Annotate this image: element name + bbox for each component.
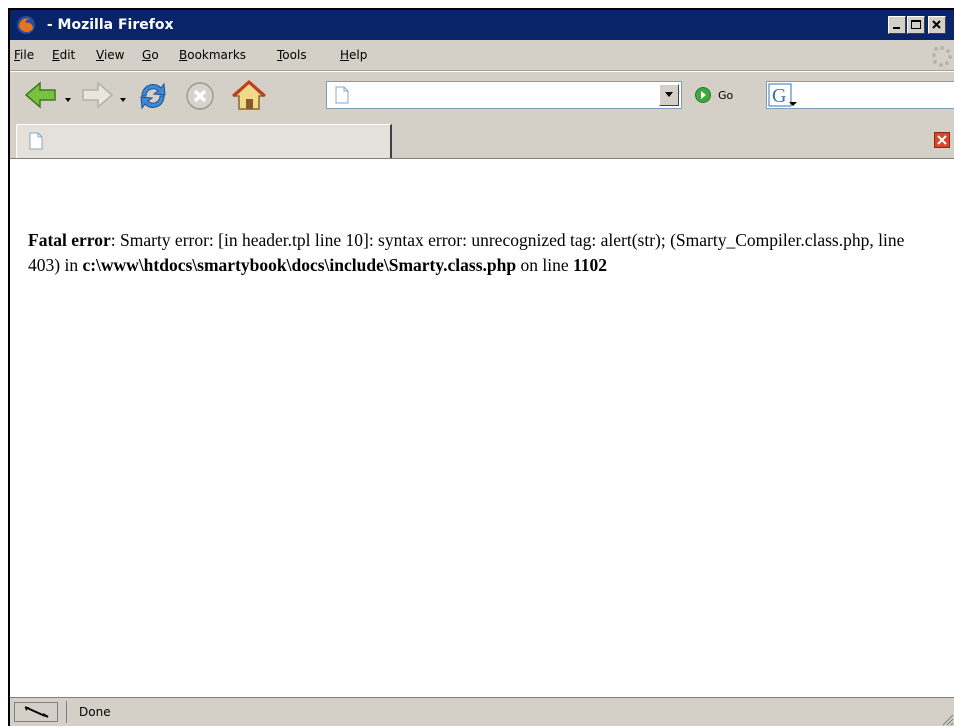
menu-bookmarks-label: ookmarks <box>187 48 247 62</box>
menu-help-accesskey: H <box>340 48 350 62</box>
google-engine-icon[interactable]: G <box>767 82 807 108</box>
chevron-down-icon <box>665 92 673 97</box>
menu-bookmarks-accesskey: B <box>179 48 188 62</box>
menu-edit-accesskey: E <box>52 48 60 62</box>
menu-go[interactable]: Go <box>142 48 159 62</box>
maximize-icon <box>911 20 921 29</box>
menu-help[interactable]: Help <box>340 48 367 62</box>
close-tab-icon[interactable] <box>934 132 950 148</box>
firefox-icon <box>17 16 35 34</box>
status-bar: Done <box>10 697 954 726</box>
menu-help-label: elp <box>349 48 368 62</box>
tab-bar <box>10 120 954 159</box>
error-online-text: on line <box>516 255 573 275</box>
forward-arrow-icon[interactable] <box>80 80 114 110</box>
url-history-dropdown[interactable] <box>659 84 679 106</box>
error-heading: Fatal error <box>28 230 111 250</box>
connection-status-icon <box>24 706 49 718</box>
maximize-button[interactable] <box>907 16 925 34</box>
menu-go-label: o <box>151 48 159 62</box>
resize-grip-icon[interactable] <box>940 712 954 726</box>
menu-file-label: ile <box>20 48 35 62</box>
menu-file[interactable]: File <box>14 48 34 62</box>
menu-view-accesskey: V <box>96 48 104 62</box>
back-history-dropdown-icon[interactable] <box>65 98 71 102</box>
menu-edit[interactable]: Edit <box>52 48 75 62</box>
close-window-button[interactable] <box>928 16 946 34</box>
close-icon <box>932 20 941 29</box>
minimize-button[interactable] <box>888 16 906 34</box>
url-input[interactable] <box>357 85 657 107</box>
menu-view[interactable]: View <box>96 48 124 62</box>
menu-bookmarks[interactable]: Bookmarks <box>179 48 246 62</box>
title-bar[interactable]: - Mozilla Firefox <box>10 10 954 40</box>
throbber-icon <box>932 46 952 67</box>
back-arrow-icon[interactable] <box>24 80 58 110</box>
home-icon[interactable] <box>232 80 266 112</box>
go-label: Go <box>718 88 734 102</box>
location-bar[interactable] <box>326 81 682 109</box>
menu-tools-label: ools <box>282 48 307 62</box>
menu-view-label: iew <box>103 48 125 62</box>
page-content: Fatal error: Smarty error: [in header.tp… <box>10 159 954 698</box>
stop-icon[interactable] <box>184 80 216 112</box>
minimize-icon <box>893 27 900 29</box>
go-arrow-icon <box>695 87 711 103</box>
status-icon-panel <box>14 702 58 722</box>
menu-edit-label: dit <box>59 48 76 62</box>
menu-tools[interactable]: Tools <box>277 48 307 62</box>
tab-active[interactable] <box>16 124 392 158</box>
tab-page-icon <box>29 132 43 150</box>
forward-history-dropdown-icon[interactable] <box>120 98 126 102</box>
reload-icon[interactable] <box>136 80 170 112</box>
window-title: - Mozilla Firefox <box>42 17 174 33</box>
page-icon <box>335 86 349 104</box>
menu-go-accesskey: G <box>142 48 152 62</box>
browser-window: - Mozilla Firefox File Edit View Go Book… <box>8 8 954 726</box>
svg-text:G: G <box>772 85 786 107</box>
search-box[interactable]: G <box>766 81 954 109</box>
error-message: Fatal error: Smarty error: [in header.tp… <box>28 228 908 278</box>
go-button[interactable]: Go <box>694 83 733 107</box>
error-file: c:\www\htdocs\smartybook\docs\include\Sm… <box>82 255 517 275</box>
navigation-toolbar: Go G <box>10 71 954 121</box>
menu-bar: File Edit View Go Bookmarks Tools Help <box>10 40 954 71</box>
status-text: Done <box>66 701 926 723</box>
error-line: 1102 <box>572 255 608 275</box>
